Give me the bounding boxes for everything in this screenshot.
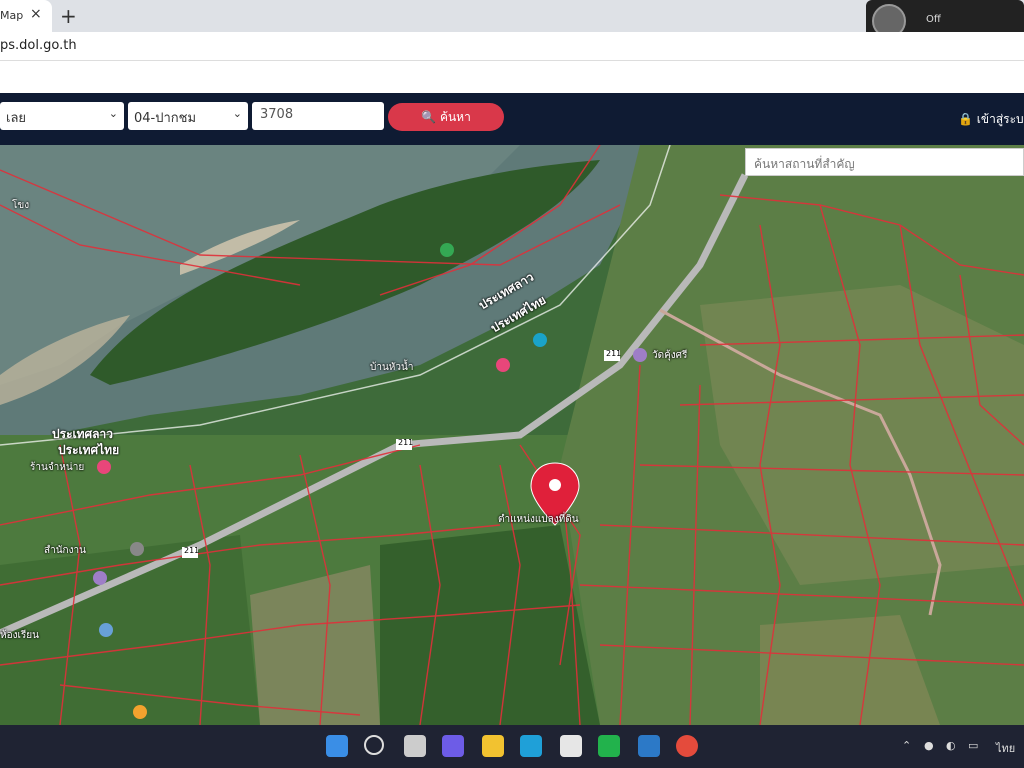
- road-shield-211: 211: [398, 438, 414, 447]
- map-label-poi-shop: ร้านจำหน่าย: [30, 462, 85, 473]
- tray-headset-icon[interactable]: ◐: [946, 739, 956, 752]
- road-shield-211-c: 211: [184, 546, 200, 555]
- site-navbar: เลย ⌄ 04-ปากชม ⌄ 3708 🔍 ค้นหา 🔒 เข้าสู่ร…: [0, 93, 1024, 145]
- page-top-spacer: [0, 61, 1024, 93]
- address-bar[interactable]: ps.dol.go.th: [0, 32, 1024, 61]
- browser-tab[interactable]: Map ×: [0, 0, 52, 32]
- tab-title: Map: [0, 9, 24, 22]
- windows-taskbar: ⌃ ● ◐ ▭ ไทย: [0, 725, 1024, 768]
- road-shield-211-b: 211: [606, 349, 622, 358]
- search-icon[interactable]: [364, 735, 384, 755]
- windows-start-icon[interactable]: [326, 735, 348, 757]
- line-app-icon[interactable]: [598, 735, 620, 757]
- teams-chat-icon[interactable]: [442, 735, 464, 757]
- recorder-status: Off: [926, 14, 941, 25]
- district-select[interactable]: 04-ปากชม ⌄: [128, 102, 248, 130]
- login-label: เข้าสู่ระบบ: [976, 112, 1024, 126]
- map-label-poi-house: บ้านหัวน้ำ: [370, 362, 414, 373]
- landmark-search-input[interactable]: ค้นหาสถานที่สำคัญ: [745, 148, 1024, 176]
- landmark-search-placeholder: ค้นหาสถานที่สำคัญ: [754, 157, 855, 171]
- search-button[interactable]: 🔍 ค้นหา: [388, 103, 504, 131]
- url-text: ps.dol.go.th: [0, 38, 77, 53]
- map-label-border-thailand-2: ประเทศไทย: [58, 443, 120, 457]
- lock-icon: 🔒: [958, 112, 973, 126]
- map-label-poi-office: สำนักงาน: [44, 545, 86, 556]
- map-label-poi-school: ห้องเรียน: [0, 630, 39, 641]
- new-tab-button[interactable]: +: [60, 4, 77, 28]
- map-imagery: [0, 145, 1024, 725]
- tray-keyboard-icon[interactable]: ▭: [968, 739, 978, 752]
- map-label-parcel-position: ตำแหน่งแปลงที่ดิน: [498, 514, 579, 525]
- search-button-label: ค้นหา: [439, 110, 471, 124]
- province-select[interactable]: เลย ⌄: [0, 102, 124, 130]
- chevron-down-icon: ⌄: [108, 107, 118, 120]
- parcel-number-value: 3708: [260, 107, 294, 122]
- store-icon[interactable]: [560, 735, 582, 757]
- login-link[interactable]: 🔒 เข้าสู่ระบบ: [958, 110, 1024, 129]
- district-value: 04-ปากชม: [134, 111, 197, 126]
- file-explorer-icon[interactable]: [482, 735, 504, 757]
- map-label-poi-temple: วัดคุ้งศรี: [652, 350, 688, 361]
- edge-browser-icon[interactable]: [520, 735, 542, 757]
- tray-app-icon[interactable]: ●: [924, 739, 934, 752]
- chevron-down-icon: ⌄: [232, 107, 242, 120]
- close-tab-icon[interactable]: ×: [30, 6, 42, 22]
- photos-icon[interactable]: [638, 735, 660, 757]
- province-value: เลย: [6, 111, 27, 126]
- parcel-number-input[interactable]: 3708: [252, 102, 384, 130]
- search-icon: 🔍: [421, 110, 437, 124]
- map-label-river: โขง: [12, 200, 30, 211]
- tray-chevron-up-icon[interactable]: ⌃: [902, 739, 911, 752]
- task-view-icon[interactable]: [404, 735, 426, 757]
- language-indicator[interactable]: ไทย: [996, 739, 1015, 757]
- satellite-map[interactable]: ค้นหาสถานที่สำคัญ โขง ประเทศลาว ประเทศไท…: [0, 145, 1024, 725]
- chrome-browser-icon[interactable]: [676, 735, 698, 757]
